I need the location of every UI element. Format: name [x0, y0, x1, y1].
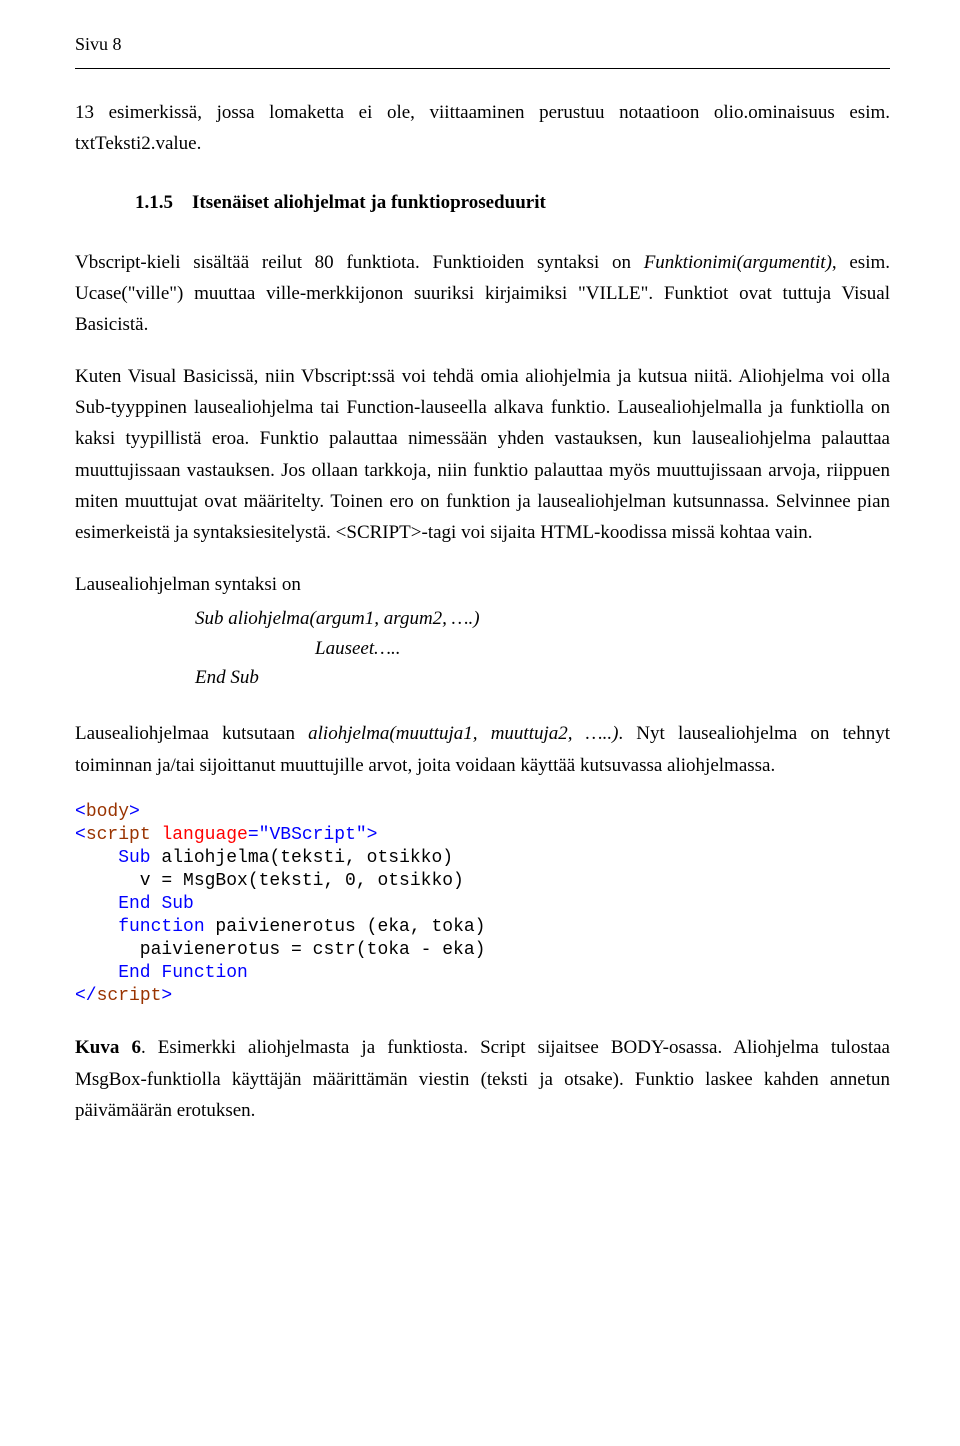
text-emphasis: aliohjelma(muuttuja1, muuttuja2, …..) [308, 723, 618, 744]
text-run: Lausealiohjelmaa kutsutaan [75, 723, 308, 744]
section-title-text: Itsenäiset aliohjelmat ja funktioprosedu… [192, 192, 546, 213]
text-run: Vbscript-kieli sisältää reilut 80 funkti… [75, 252, 644, 273]
document-page: Sivu 8 13 esimerkissä, jossa lomaketta e… [0, 0, 960, 1446]
code-token: </ [75, 986, 97, 1006]
code-token: language [161, 825, 247, 845]
section-number: 1.1.5 [135, 192, 173, 213]
text-emphasis: Funktionimi(argumentit) [644, 252, 832, 273]
page-header: Sivu 8 [75, 30, 890, 60]
code-token: paivienerotus (eka, toka) [205, 917, 486, 937]
code-token [151, 825, 162, 845]
paragraph-funcs: Vbscript-kieli sisältää reilut 80 funkti… [75, 247, 890, 341]
code-token: script [97, 986, 162, 1006]
code-token: script [86, 825, 151, 845]
code-token: Sub [161, 894, 193, 914]
code-token [151, 894, 162, 914]
figure-caption: Kuva 6. Esimerkki aliohjelmasta ja funkt… [75, 1032, 890, 1126]
code-token [151, 963, 162, 983]
code-token: ="VBScript"> [248, 825, 378, 845]
syntax-line: Lauseet….. [315, 634, 890, 663]
code-block: <body> <script language="VBScript"> Sub … [75, 801, 890, 1008]
code-token: v = MsgBox(teksti, 0, otsikko) [75, 871, 464, 891]
code-token: Function [161, 963, 247, 983]
header-divider [75, 68, 890, 69]
code-token: End [75, 963, 151, 983]
syntax-line: Sub aliohjelma(argum1, argum2, ….) [195, 604, 890, 633]
code-token: End [75, 894, 151, 914]
code-token: paivienerotus = cstr(toka - eka) [75, 940, 485, 960]
code-token: < [75, 825, 86, 845]
code-token: Sub [75, 848, 151, 868]
caption-text: . Esimerkki aliohjelmasta ja funktiosta.… [75, 1037, 890, 1121]
code-token: body [86, 802, 129, 822]
paragraph-syntax-lead: Lausealiohjelman syntaksi on [75, 569, 890, 600]
syntax-line: End Sub [195, 663, 890, 692]
paragraph-vb: Kuten Visual Basicissä, niin Vbscript:ss… [75, 361, 890, 549]
section-heading: 1.1.5 Itsenäiset aliohjelmat ja funktiop… [135, 187, 890, 218]
code-token: > [161, 986, 172, 1006]
code-token: > [129, 802, 140, 822]
code-token: < [75, 802, 86, 822]
caption-label: Kuva 6 [75, 1037, 141, 1058]
code-token: aliohjelma(teksti, otsikko) [151, 848, 453, 868]
syntax-block: Sub aliohjelma(argum1, argum2, ….) Lause… [195, 604, 890, 692]
paragraph-call: Lausealiohjelmaa kutsutaan aliohjelma(mu… [75, 718, 890, 781]
code-token: function [75, 917, 205, 937]
paragraph-intro: 13 esimerkissä, jossa lomaketta ei ole, … [75, 97, 890, 160]
